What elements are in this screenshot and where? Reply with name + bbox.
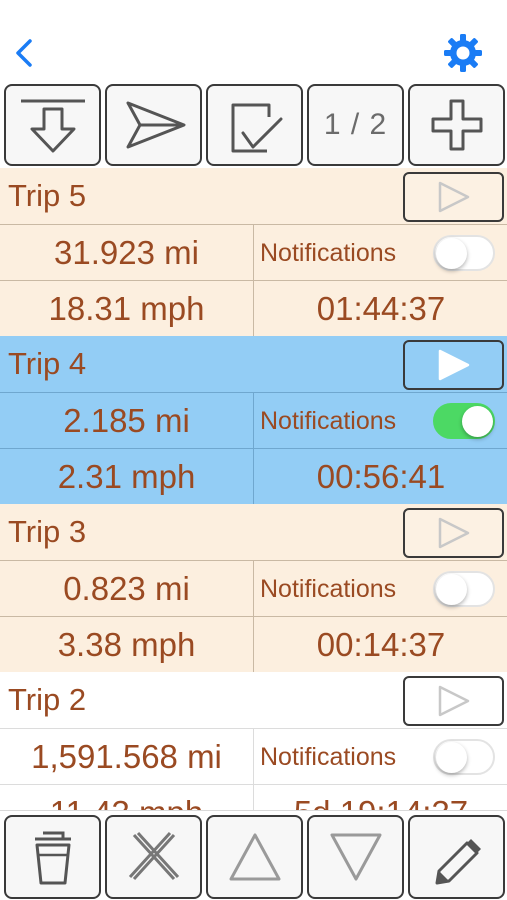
trip-distance: 31.923 mi — [0, 225, 254, 280]
trip-duration: 00:14:37 — [316, 625, 446, 663]
move-down-triangle-icon — [330, 833, 381, 881]
move-up-button[interactable] — [206, 815, 303, 899]
delete-button[interactable] — [4, 815, 101, 899]
toggle-knob — [462, 406, 493, 437]
trip-name: Trip 2 — [8, 682, 87, 717]
notifications-label: Notifications — [260, 407, 397, 435]
cancel-button[interactable] — [105, 815, 202, 899]
plus-icon — [431, 99, 482, 151]
chevron-left-icon — [16, 39, 32, 67]
notifications-toggle[interactable] — [433, 235, 495, 271]
notifications-label: Notifications — [260, 239, 397, 267]
trip-row: 0.823 mi Notifications — [0, 560, 507, 616]
pencil-edit-icon — [435, 839, 481, 885]
trip-header: Trip 3 — [0, 504, 507, 560]
edit-button[interactable] — [408, 815, 505, 899]
page-indicator-label: 1 / 2 — [323, 108, 388, 141]
trip-name: Trip 4 — [8, 346, 87, 381]
trip-list[interactable]: Trip 5 31.923 mi Notifications 18.31 mph… — [0, 168, 507, 810]
trip-distance: 2.185 mi — [0, 393, 254, 448]
trip-duration: 5d 19:14:37 — [255, 785, 507, 811]
trip-duration: 01:44:37 — [316, 289, 446, 327]
trip-row: 2.31 mph 00:56:41 — [0, 448, 507, 504]
play-button[interactable] — [403, 172, 504, 222]
import-download-icon — [20, 99, 85, 153]
notifications-toggle[interactable] — [433, 739, 495, 775]
trip-header: Trip 2 — [0, 672, 507, 728]
notifications-label: Notifications — [260, 743, 397, 771]
play-button[interactable] — [403, 508, 504, 558]
play-button[interactable] — [403, 676, 504, 726]
select-button[interactable] — [206, 84, 303, 166]
bottom-toolbar — [0, 810, 507, 900]
trip-header: Trip 4 — [0, 336, 507, 392]
trip-distance: 1,591.568 mi — [0, 729, 254, 784]
add-trip-button[interactable] — [408, 84, 505, 166]
play-icon — [438, 349, 469, 381]
send-button[interactable] — [105, 84, 202, 166]
trip-distance: 0.823 mi — [0, 561, 254, 616]
trip-name: Trip 3 — [8, 514, 87, 549]
play-icon — [438, 517, 469, 549]
trip-row: 18.31 mph 01:44:37 — [0, 280, 507, 336]
toggle-knob — [436, 742, 467, 773]
trip-header: Trip 5 — [0, 168, 507, 224]
trip-speed: 11.43 mph — [0, 785, 254, 810]
notifications-label: Notifications — [260, 575, 397, 603]
checkbox-select-icon — [231, 103, 282, 153]
settings-button[interactable] — [443, 33, 483, 73]
navigation-bar — [0, 0, 507, 82]
trip-speed: 3.38 mph — [0, 617, 254, 672]
notifications-toggle[interactable] — [433, 571, 495, 607]
play-icon — [438, 181, 469, 213]
play-button[interactable] — [403, 340, 504, 390]
trip-speed: 2.31 mph — [0, 449, 254, 504]
gear-icon — [444, 34, 482, 72]
trip-speed: 18.31 mph — [0, 281, 254, 336]
top-toolbar: 1 / 2 — [0, 82, 507, 168]
send-paper-plane-icon — [126, 101, 185, 149]
toggle-knob — [436, 238, 467, 269]
trip-item[interactable]: Trip 5 31.923 mi Notifications 18.31 mph… — [0, 168, 507, 336]
page-indicator[interactable]: 1 / 2 — [307, 84, 404, 166]
trip-item[interactable]: Trip 3 0.823 mi Notifications 3.38 mph 0… — [0, 504, 507, 672]
play-icon — [438, 685, 469, 717]
trip-duration: 00:56:41 — [316, 457, 446, 495]
trip-name: Trip 5 — [8, 178, 87, 213]
trip-row: 31.923 mi Notifications — [0, 224, 507, 280]
toggle-knob — [436, 574, 467, 605]
trip-row: 1,591.568 mi Notifications — [0, 728, 507, 784]
trip-item[interactable]: Trip 2 1,591.568 mi Notifications 11.43 … — [0, 672, 507, 810]
notifications-toggle[interactable] — [433, 403, 495, 439]
back-button[interactable] — [12, 38, 38, 68]
trip-row: 3.38 mph 00:14:37 — [0, 616, 507, 672]
move-up-triangle-icon — [229, 833, 280, 881]
trip-item[interactable]: Trip 4 2.185 mi Notifications 2.31 mph 0… — [0, 336, 507, 504]
trash-icon — [34, 831, 71, 885]
trip-row: 2.185 mi Notifications — [0, 392, 507, 448]
move-down-button[interactable] — [307, 815, 404, 899]
close-x-icon — [128, 831, 179, 881]
trip-row: 11.43 mph 5d 19:14:37 — [0, 784, 507, 810]
import-button[interactable] — [4, 84, 101, 166]
